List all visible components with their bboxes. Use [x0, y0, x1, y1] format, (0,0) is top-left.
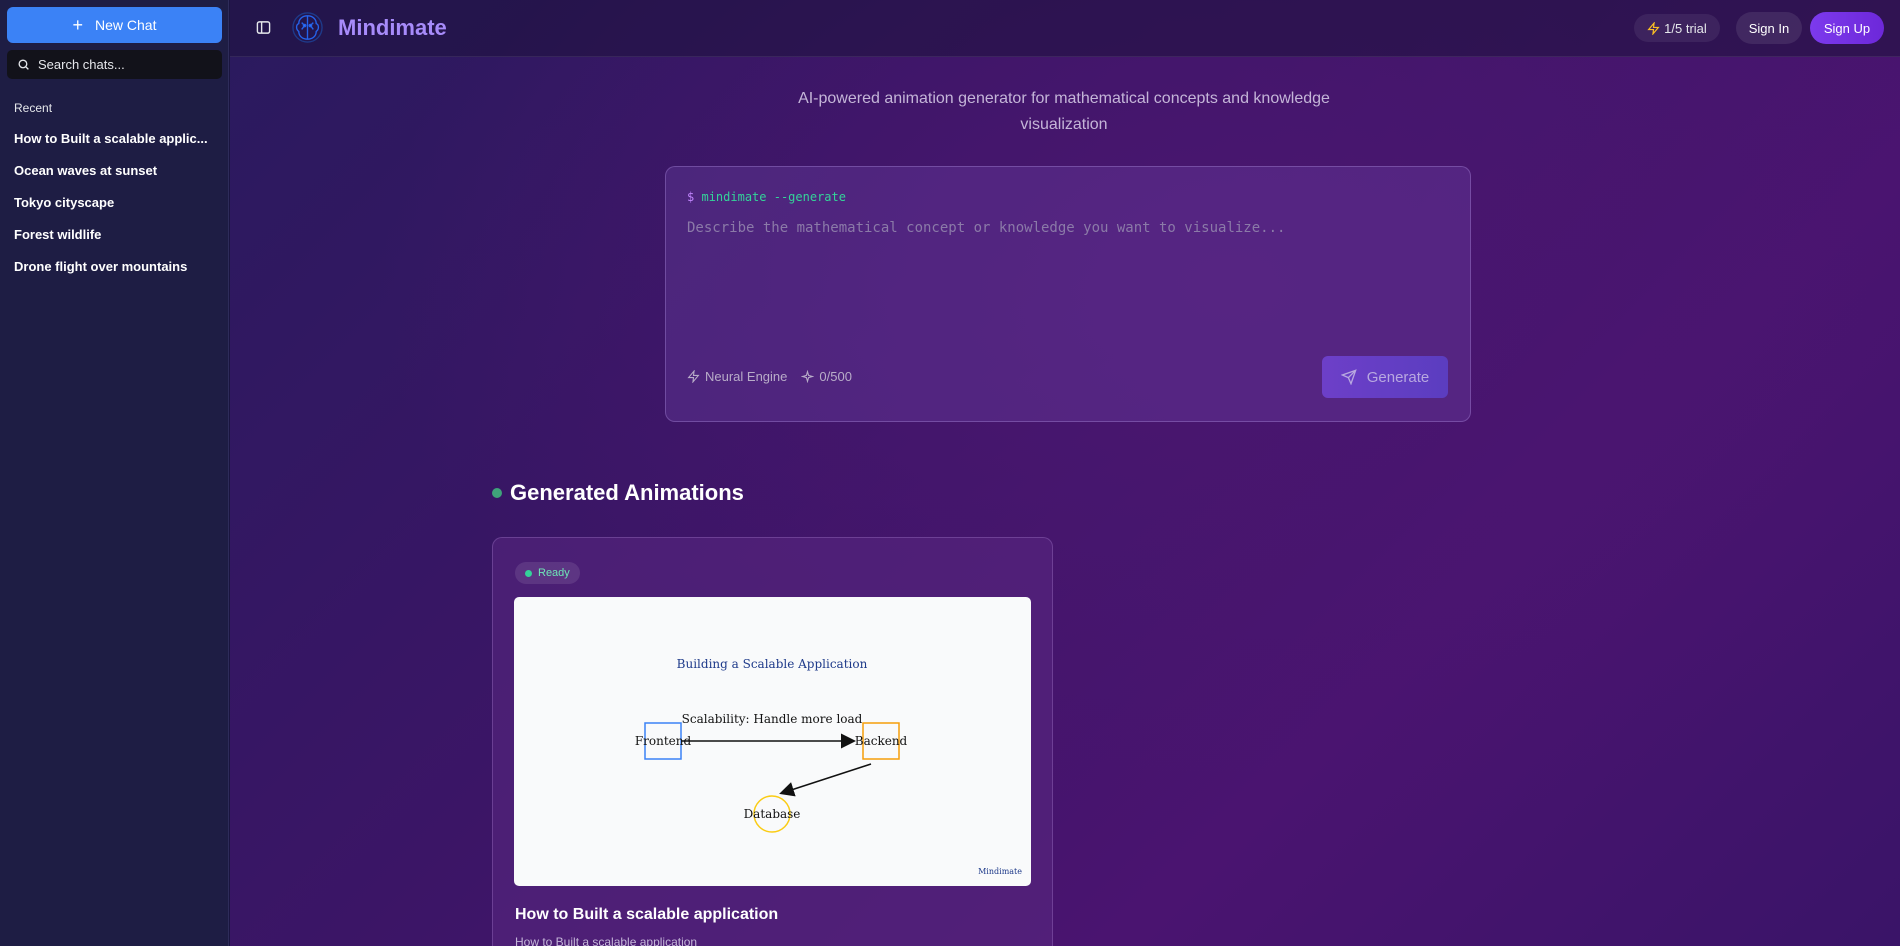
brand-name[interactable]: Mindimate [338, 15, 447, 41]
hero-subtitle-line-2: visualization [1020, 116, 1108, 133]
diagram-svg: Building a Scalable Application Scalabil… [635, 657, 1022, 876]
top-bar: Mindimate 1/5 trial Sign In Sign Up [230, 0, 1900, 57]
send-icon [1340, 369, 1357, 385]
card-title: How to Built a scalable application [515, 906, 779, 923]
backend-to-database-arrow [779, 763, 872, 797]
chat-list: How to Built a scalable applic... Ocean … [14, 129, 224, 289]
animation-card[interactable]: Ready Building a Scalable Application Sc… [492, 537, 1053, 946]
search-box [7, 50, 222, 79]
search-input[interactable] [38, 57, 208, 72]
sidebar: + New Chat Recent How to Built a scalabl… [0, 0, 229, 946]
generated-section-heading: Generated Animations [492, 480, 744, 506]
brain-logo-icon [292, 12, 323, 43]
status-label: Ready [538, 567, 570, 579]
char-counter: 0/500 [801, 369, 852, 384]
prompt-input[interactable] [687, 220, 1447, 340]
command-line: $ mindimate --generate [687, 190, 846, 204]
generate-button[interactable]: Generate [1322, 356, 1448, 398]
new-chat-label: New Chat [95, 17, 157, 33]
chat-item-ocean-waves[interactable]: Ocean waves at sunset [14, 161, 224, 193]
status-dot [492, 488, 502, 498]
command-text: mindimate --generate [701, 190, 846, 204]
engine-indicator: Neural Engine [687, 369, 787, 384]
card-description: How to Built a scalable application [515, 935, 698, 946]
trial-count: 1/5 trial [1664, 20, 1707, 36]
sparkle-icon [801, 370, 815, 383]
ready-dot [525, 569, 532, 577]
search-icon [18, 59, 29, 70]
status-badge: Ready [515, 562, 580, 584]
hero-subtitle: AI-powered animation generator for mathe… [785, 86, 1343, 138]
recent-heading: Recent [14, 101, 53, 115]
chat-item-tokyo[interactable]: Tokyo cityscape [14, 193, 224, 225]
lightning-icon [687, 370, 700, 383]
char-count: 0/500 [819, 369, 852, 384]
hero-subtitle-line-1: AI-powered animation generator for mathe… [798, 90, 1330, 107]
preview-watermark: Mindimate [978, 867, 1022, 876]
plus-icon: + [72, 15, 84, 35]
chat-item-scalable-app[interactable]: How to Built a scalable applic... [14, 129, 224, 161]
chat-item-drone[interactable]: Drone flight over mountains [14, 257, 224, 289]
animation-preview[interactable]: Building a Scalable Application Scalabil… [514, 597, 1031, 886]
sign-up-button[interactable]: Sign Up [1810, 12, 1884, 44]
diagram-caption: Scalability: Handle more load [682, 712, 863, 726]
prompt-meta: Neural Engine 0/500 [687, 369, 852, 384]
lightning-icon [1647, 21, 1660, 35]
trial-badge: 1/5 trial [1634, 14, 1720, 42]
chat-item-forest[interactable]: Forest wildlife [14, 225, 224, 257]
sidebar-toggle-icon[interactable] [256, 20, 271, 35]
new-chat-button[interactable]: + New Chat [7, 7, 222, 43]
main-area: Mindimate 1/5 trial Sign In Sign Up AI-p… [230, 0, 1900, 946]
backend-label: Backend [855, 734, 908, 748]
command-prompt-symbol: $ [687, 190, 695, 204]
engine-label: Neural Engine [705, 369, 788, 384]
generated-section-title: Generated Animations [510, 480, 744, 505]
sign-in-button[interactable]: Sign In [1736, 12, 1802, 44]
prompt-panel: $ mindimate --generate Neural Engine 0/5… [665, 166, 1471, 422]
generate-label: Generate [1366, 368, 1430, 386]
diagram-heading: Building a Scalable Application [677, 657, 868, 671]
database-label: Database [744, 807, 801, 821]
